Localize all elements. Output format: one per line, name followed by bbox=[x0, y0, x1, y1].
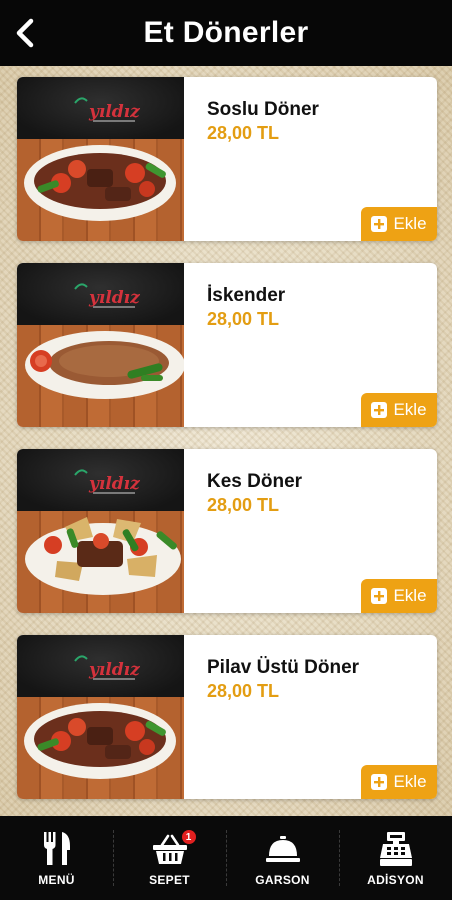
nav-menu[interactable]: MENÜ bbox=[0, 816, 113, 900]
item-image: yıldız bbox=[17, 77, 184, 241]
add-to-cart-button[interactable]: Ekle bbox=[361, 579, 437, 613]
restaurant-logo: yıldız bbox=[74, 97, 140, 122]
plus-icon bbox=[371, 774, 388, 790]
add-to-cart-button[interactable]: Ekle bbox=[361, 765, 437, 799]
plus-icon bbox=[371, 588, 388, 604]
menu-item-card[interactable]: yıldız Pilav Üstü Döner 28,00 TL Ekle bbox=[17, 635, 437, 799]
cash-register-icon bbox=[379, 830, 413, 868]
page-title: Et Dönerler bbox=[143, 16, 309, 49]
nav-waiter[interactable]: GARSON bbox=[226, 816, 339, 900]
restaurant-logo: yıldız bbox=[74, 655, 140, 680]
item-image: yıldız bbox=[17, 263, 184, 427]
nav-label: MENÜ bbox=[38, 873, 75, 887]
item-name: Kes Döner bbox=[207, 471, 303, 492]
svg-text:yıldız: yıldız bbox=[88, 102, 140, 122]
add-label: Ekle bbox=[393, 772, 427, 791]
item-image: yıldız bbox=[17, 449, 184, 613]
item-name: Soslu Döner bbox=[207, 99, 319, 120]
add-to-cart-button[interactable]: Ekle bbox=[361, 393, 437, 427]
item-image: yıldız bbox=[17, 635, 184, 799]
item-price: 28,00 TL bbox=[207, 681, 280, 701]
restaurant-logo: yıldız bbox=[74, 283, 140, 308]
service-bell-icon bbox=[265, 830, 301, 868]
menu-item-card[interactable]: yıldız Soslu Döner 28,00 TL Ekle bbox=[17, 77, 437, 241]
svg-text:yıldız: yıldız bbox=[88, 660, 140, 680]
add-label: Ekle bbox=[393, 214, 427, 233]
add-label: Ekle bbox=[393, 400, 427, 419]
menu-item-card[interactable]: yıldız İskender 28,00 TL Ekle bbox=[17, 263, 437, 427]
nav-label: SEPET bbox=[149, 873, 190, 887]
fork-knife-icon bbox=[40, 830, 74, 868]
nav-label: ADİSYON bbox=[367, 873, 424, 887]
nav-bill[interactable]: ADİSYON bbox=[339, 816, 452, 900]
item-name: İskender bbox=[207, 285, 286, 306]
basket-icon: 1 bbox=[152, 830, 196, 868]
restaurant-logo: yıldız bbox=[74, 469, 140, 494]
app-header: Et Dönerler bbox=[0, 0, 452, 66]
add-label: Ekle bbox=[393, 586, 427, 605]
chevron-left-icon bbox=[16, 18, 34, 48]
item-price: 28,00 TL bbox=[207, 495, 280, 515]
plus-icon bbox=[371, 216, 388, 232]
back-button[interactable] bbox=[8, 15, 42, 51]
add-to-cart-button[interactable]: Ekle bbox=[361, 207, 437, 241]
item-name: Pilav Üstü Döner bbox=[207, 657, 360, 678]
nav-cart[interactable]: 1 SEPET bbox=[113, 816, 226, 900]
nav-label: GARSON bbox=[255, 873, 310, 887]
cart-count-badge: 1 bbox=[181, 830, 196, 844]
item-price: 28,00 TL bbox=[207, 123, 280, 143]
plus-icon bbox=[371, 402, 388, 418]
menu-list[interactable]: yıldız Soslu Döner 28,00 TL Ekle yıldız … bbox=[0, 66, 452, 816]
item-price: 28,00 TL bbox=[207, 309, 280, 329]
svg-text:yıldız: yıldız bbox=[88, 474, 140, 494]
svg-text:yıldız: yıldız bbox=[88, 288, 140, 308]
menu-item-card[interactable]: yıldız Kes Döner 28,00 TL Ekle bbox=[17, 449, 437, 613]
bottom-navigation: MENÜ 1 SEPET GARSON ADİSYON bbox=[0, 816, 452, 900]
